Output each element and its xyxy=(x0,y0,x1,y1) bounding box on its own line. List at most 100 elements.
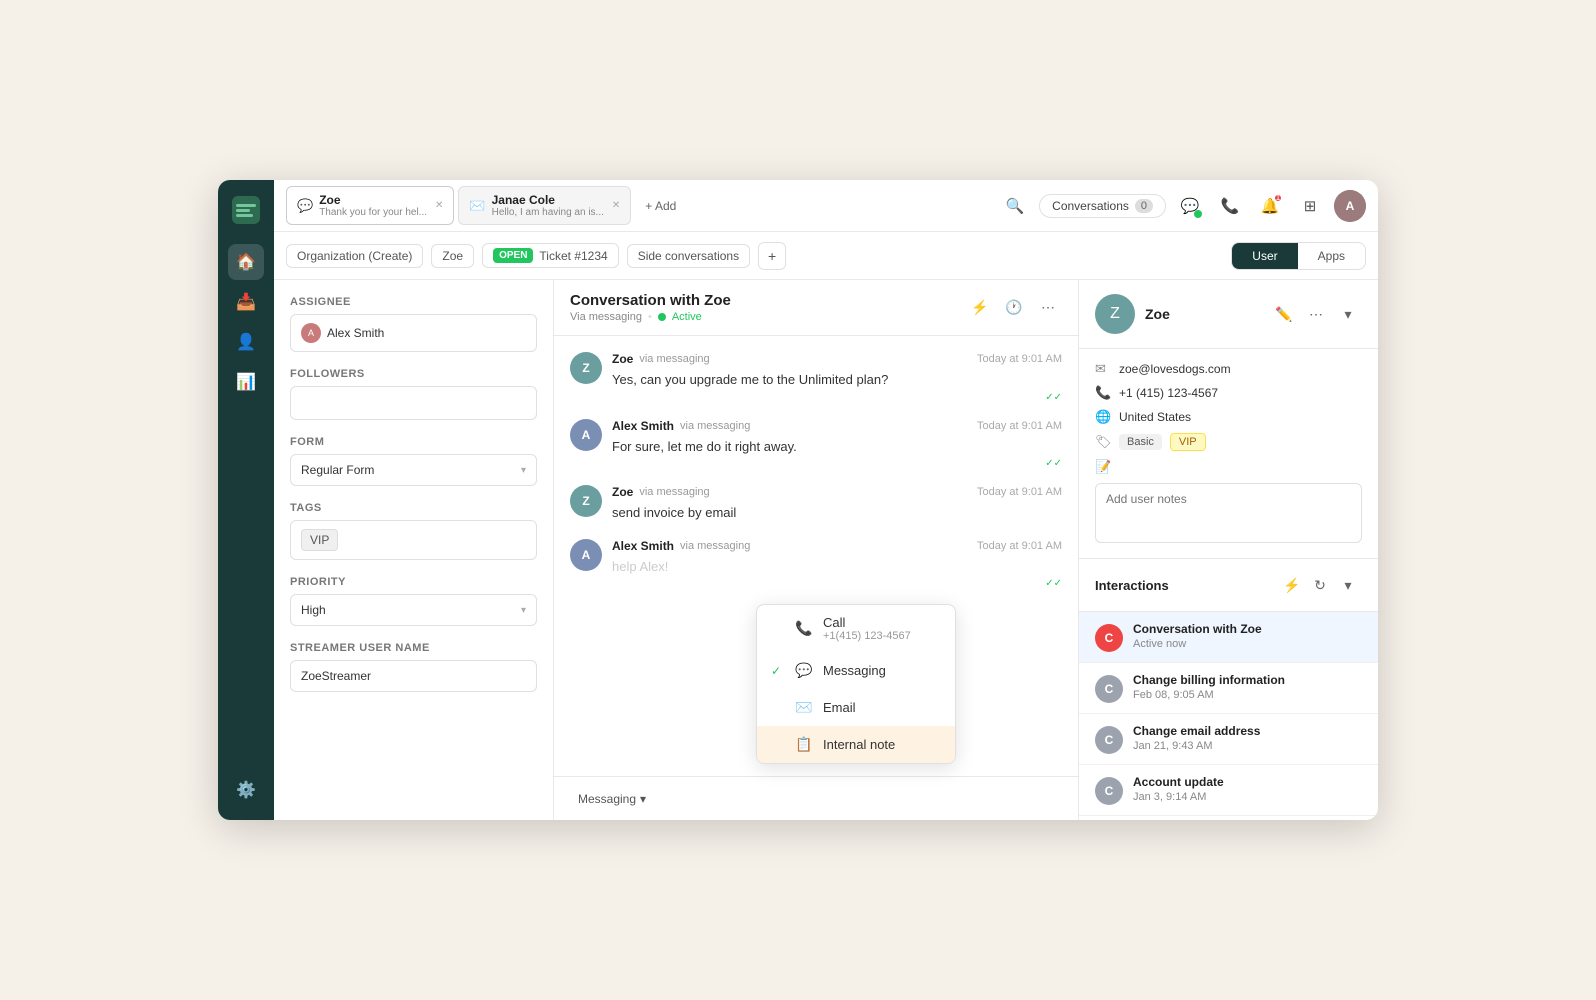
message-time: Today at 9:01 AM xyxy=(977,486,1062,498)
priority-chevron-icon: ▾ xyxy=(521,605,526,616)
interaction-sub: Jan 3, 9:14 AM xyxy=(1133,791,1362,803)
priority-select[interactable]: High ▾ xyxy=(290,594,537,626)
assignee-field[interactable]: A Alex Smith xyxy=(290,314,537,352)
conversations-badge[interactable]: Conversations 0 xyxy=(1039,194,1166,218)
tab-zoe-close[interactable]: ✕ xyxy=(435,200,443,211)
form-select[interactable]: Regular Form ▾ xyxy=(290,454,537,486)
logo[interactable] xyxy=(228,192,264,228)
dropdown-call[interactable]: 📞 Call +1(415) 123-4567 xyxy=(757,605,955,652)
tags-field[interactable]: VIP xyxy=(290,520,537,560)
call-label: Call xyxy=(823,615,911,630)
active-indicator xyxy=(658,313,666,321)
tags-group: Tags VIP xyxy=(290,502,537,560)
add-tab-button[interactable]: + xyxy=(758,242,786,270)
tab-add-button[interactable]: + Add xyxy=(635,193,686,219)
priority-label: Priority xyxy=(290,576,537,588)
sidebar-home-icon[interactable]: 🏠 xyxy=(228,244,264,280)
more-options-button[interactable]: ⋯ xyxy=(1034,294,1062,322)
message-content-partial: Alex Smith via messaging Today at 9:01 A… xyxy=(612,539,1062,590)
contact-collapse-button[interactable]: ▾ xyxy=(1334,300,1362,328)
assignee-group: Assignee A Alex Smith xyxy=(290,296,537,352)
zoe-avatar-2: Z xyxy=(570,485,602,517)
tab-zoe-preview: Thank you for your hel... xyxy=(319,207,427,218)
assignee-avatar: A xyxy=(301,323,321,343)
phone-row: 📞 +1 (415) 123-4567 xyxy=(1095,385,1362,401)
sidebar-inbox-icon[interactable]: 📥 xyxy=(228,284,264,320)
ticket-badge[interactable]: OPEN Ticket #1234 xyxy=(482,243,619,268)
streamer-field[interactable]: ZoeStreamer xyxy=(290,660,537,692)
topbar-actions: 🔍 Conversations 0 💬 📞 🔔 1 ⊞ A xyxy=(999,190,1366,222)
contact-more-button[interactable]: ⋯ xyxy=(1302,300,1330,328)
messaging-channel-button[interactable]: Messaging ▾ xyxy=(570,788,654,810)
note-icon: 📋 xyxy=(795,736,813,753)
phone-button[interactable]: 📞 xyxy=(1214,190,1246,222)
org-breadcrumb[interactable]: Organization (Create) xyxy=(286,244,423,268)
chat-icon-btn[interactable]: 💬 xyxy=(1174,190,1206,222)
zoe-breadcrumb[interactable]: Zoe xyxy=(431,244,474,268)
message-text: help Alex! xyxy=(612,557,1062,577)
interaction-content: Change billing information Feb 08, 9:05 … xyxy=(1133,673,1362,701)
tag-vip: VIP xyxy=(301,529,338,551)
dropdown-messaging[interactable]: ✓ 💬 Messaging xyxy=(757,652,955,689)
interactions-filter-button[interactable]: ⚡ xyxy=(1278,571,1306,599)
online-status-dot xyxy=(1194,210,1202,218)
message-content: Zoe via messaging Today at 9:01 AM Yes, … xyxy=(612,352,1062,403)
side-conversations-button[interactable]: Side conversations xyxy=(627,244,750,268)
history-button[interactable]: 🕐 xyxy=(1000,294,1028,322)
message-content: Zoe via messaging Today at 9:01 AM send … xyxy=(612,485,1062,523)
ticket-id: Ticket #1234 xyxy=(539,249,607,263)
sidebar: 🏠 📥 👤 📊 ⚙️ xyxy=(218,180,274,820)
sidebar-contacts-icon[interactable]: 👤 xyxy=(228,324,264,360)
sidebar-analytics-icon[interactable]: 📊 xyxy=(228,364,264,400)
tags-icon: 🏷 xyxy=(1095,434,1111,450)
note-label: Internal note xyxy=(823,737,895,752)
interaction-item[interactable]: C Account update Jan 3, 9:14 AM xyxy=(1079,765,1378,816)
sidebar-settings-icon[interactable]: ⚙️ xyxy=(228,772,264,808)
form-label: Form xyxy=(290,436,537,448)
tab-add-label: + Add xyxy=(645,199,676,213)
user-notes-input[interactable] xyxy=(1095,483,1362,543)
interactions-refresh-button[interactable]: ↻ xyxy=(1306,571,1334,599)
tags-label: Tags xyxy=(290,502,537,514)
user-tab[interactable]: User xyxy=(1232,243,1297,269)
followers-field[interactable] xyxy=(290,386,537,420)
interaction-item[interactable]: C Change email address Jan 21, 9:43 AM xyxy=(1079,714,1378,765)
body-area: Assignee A Alex Smith Followers Form Reg… xyxy=(274,280,1378,820)
message-header: Alex Smith via messaging Today at 9:01 A… xyxy=(612,539,1062,553)
message-text: Yes, can you upgrade me to the Unlimited… xyxy=(612,370,1062,390)
dropdown-internal-note[interactable]: 📋 Internal note xyxy=(757,726,955,763)
avatar-initials: A xyxy=(1334,190,1366,222)
filter-button[interactable]: ⚡ xyxy=(966,294,994,322)
user-avatar[interactable]: A xyxy=(1334,190,1366,222)
apps-tab[interactable]: Apps xyxy=(1298,243,1365,269)
dropdown-email[interactable]: ✉️ Email xyxy=(757,689,955,726)
country-row: 🌐 United States xyxy=(1095,409,1362,425)
email-icon: ✉️ xyxy=(795,699,813,716)
interaction-item[interactable]: C Change billing information Feb 08, 9:0… xyxy=(1079,663,1378,714)
contact-phone: +1 (415) 123-4567 xyxy=(1119,386,1218,400)
tag-vip-badge: VIP xyxy=(1170,433,1206,451)
form-value: Regular Form xyxy=(301,463,374,477)
tab-zoe[interactable]: 💬 Zoe Thank you for your hel... ✕ xyxy=(286,186,454,225)
interaction-item[interactable]: C Conversation with Zoe Active now xyxy=(1079,612,1378,663)
email-icon: ✉ xyxy=(1095,361,1111,377)
sender-name: Zoe xyxy=(612,352,633,366)
grid-button[interactable]: ⊞ xyxy=(1294,190,1326,222)
interactions-collapse-button[interactable]: ▾ xyxy=(1334,571,1362,599)
message-header: Zoe via messaging Today at 9:01 AM xyxy=(612,485,1062,499)
search-button[interactable]: 🔍 xyxy=(999,190,1031,222)
priority-group: Priority High ▾ xyxy=(290,576,537,626)
notifications-button[interactable]: 🔔 1 xyxy=(1254,190,1286,222)
notes-icon: 📝 xyxy=(1095,459,1111,475)
followers-label: Followers xyxy=(290,368,537,380)
interaction-title: Change email address xyxy=(1133,724,1362,738)
email-row: ✉ zoe@lovesdogs.com xyxy=(1095,361,1362,377)
message-footer: Messaging ▾ xyxy=(554,776,1078,820)
tab-janae[interactable]: ✉️ Janae Cole Hello, I am having an is..… xyxy=(458,186,631,225)
tab-janae-close[interactable]: ✕ xyxy=(612,200,620,211)
main-content: 💬 Zoe Thank you for your hel... ✕ ✉️ Jan… xyxy=(274,180,1378,820)
user-apps-tabs: User Apps xyxy=(1231,242,1366,270)
edit-contact-button[interactable]: ✏️ xyxy=(1270,300,1298,328)
tab-janae-name: Janae Cole xyxy=(492,193,604,207)
right-panel: Z Zoe ✏️ ⋯ ▾ ✉ zoe@lovesdogs.com 📞 xyxy=(1078,280,1378,820)
